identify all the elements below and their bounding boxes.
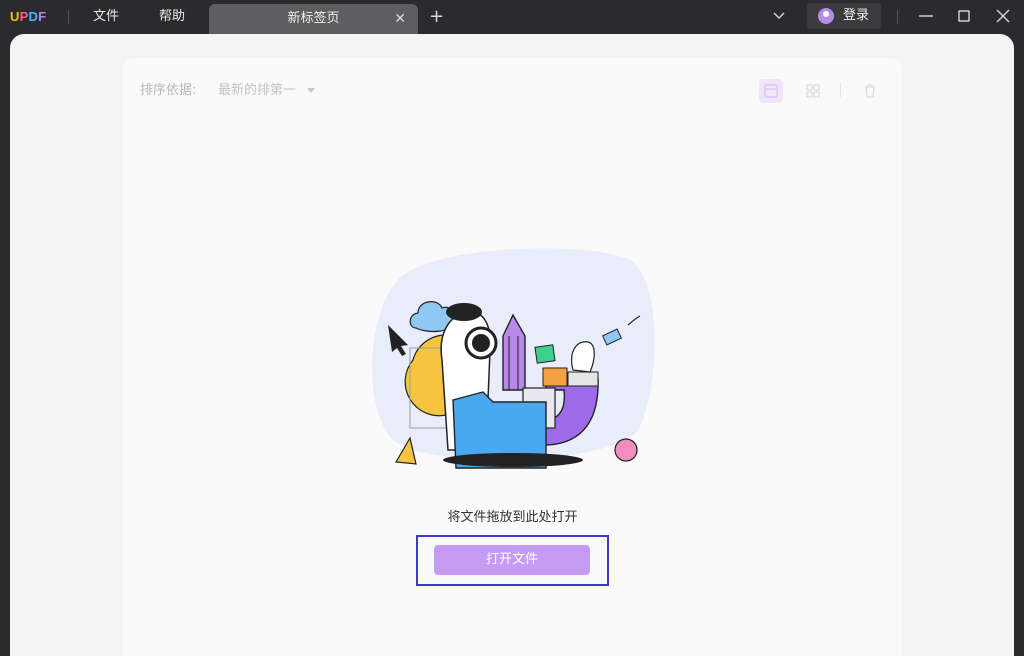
logo-letter: D (28, 9, 39, 24)
avatar-icon (818, 8, 834, 24)
logo-letter: F (38, 9, 47, 24)
open-file-button[interactable]: 打开文件 (434, 545, 590, 575)
login-label: 登录 (843, 8, 870, 23)
content-area: 排序依据: 最新的排第一 将文件拖放到此处打开 打开文件 (10, 34, 1014, 656)
list-view-icon[interactable] (759, 79, 783, 103)
tab-new[interactable]: 新标签页 ✕ (209, 4, 418, 34)
sort-dropdown[interactable]: 最新的排第一 (218, 82, 296, 100)
divider (68, 10, 69, 24)
title-bar: UPDF 文件 帮助 新标签页 ✕ + 登录 (0, 0, 1024, 34)
sort-label: 排序依据: (140, 83, 197, 98)
logo-letter: P (19, 9, 29, 24)
minimize-icon[interactable] (916, 6, 936, 26)
drop-hint: 将文件拖放到此处打开 (447, 510, 578, 525)
tab-title: 新标签页 (287, 11, 340, 26)
menu-help[interactable]: 帮助 (159, 7, 185, 27)
app-logo: UPDF (10, 8, 46, 26)
add-tab-icon[interactable]: + (429, 6, 444, 28)
login-button[interactable]: 登录 (807, 3, 881, 29)
chevron-down-icon[interactable] (772, 9, 786, 23)
caret-down-icon[interactable] (307, 88, 315, 93)
divider (840, 83, 841, 97)
maximize-icon[interactable] (954, 6, 974, 26)
tab-close-icon[interactable]: ✕ (394, 10, 406, 28)
logo-letter: U (10, 9, 20, 24)
grid-view-icon[interactable] (801, 79, 825, 103)
divider (897, 10, 898, 24)
menu-file[interactable]: 文件 (93, 7, 119, 27)
trash-icon[interactable] (858, 79, 882, 103)
empty-state-illustration (372, 248, 655, 469)
file-panel: 排序依据: 最新的排第一 将文件拖放到此处打开 打开文件 (123, 58, 902, 656)
close-window-icon[interactable] (993, 6, 1013, 26)
